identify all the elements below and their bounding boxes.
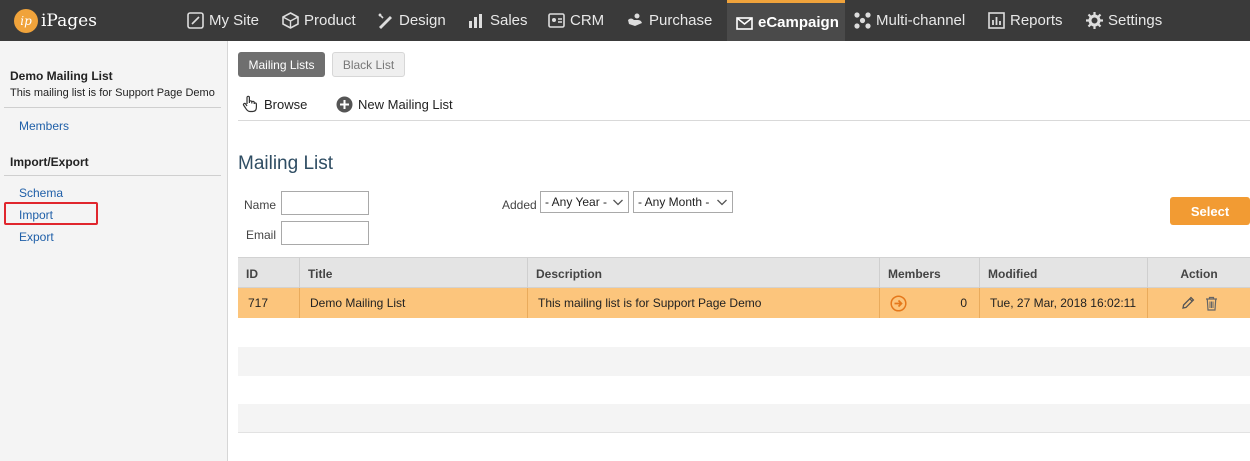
- nav-ecampaign[interactable]: eCampaign: [727, 0, 845, 41]
- nav-crm[interactable]: CRM: [547, 0, 604, 41]
- divider: [4, 175, 221, 176]
- month-select[interactable]: - Any Month -: [633, 191, 733, 213]
- nav-reports[interactable]: Reports: [987, 0, 1063, 41]
- import-highlight-box: [4, 202, 98, 225]
- cell-id: 717: [248, 296, 269, 310]
- select-button[interactable]: Select: [1170, 197, 1250, 225]
- sidebar-link-members[interactable]: Members: [19, 119, 69, 133]
- arrow-right-circle-icon[interactable]: [890, 294, 907, 312]
- year-select-value: - Any Year -: [545, 195, 608, 209]
- sales-icon: [467, 11, 486, 30]
- new-mailing-list-button[interactable]: New Mailing List: [336, 94, 453, 114]
- empty-table-row: [238, 347, 1250, 376]
- page-title: Mailing List: [238, 153, 334, 174]
- sidebar: Demo Mailing List This mailing list is f…: [0, 41, 228, 461]
- table-header: ID Title Description Members Modified Ac…: [238, 257, 1250, 289]
- divider: [4, 107, 221, 108]
- column-header-modified[interactable]: Modified: [979, 258, 1147, 289]
- cell-description: This mailing list is for Support Page De…: [527, 288, 879, 318]
- gear-icon: [1085, 11, 1104, 30]
- logo-text: iPages: [41, 11, 97, 31]
- multi-channel-icon: [853, 11, 872, 30]
- nav-label: My Site: [209, 12, 260, 29]
- tab-mailing-lists[interactable]: Mailing Lists: [238, 52, 325, 77]
- logo-mark: ip: [14, 9, 38, 33]
- browse-label: Browse: [264, 96, 308, 112]
- column-header-title[interactable]: Title: [299, 258, 527, 289]
- product-icon: [281, 11, 300, 30]
- nav-label: CRM: [570, 12, 605, 29]
- added-label: Added: [502, 198, 537, 212]
- cell-action: [1147, 288, 1250, 318]
- nav-my-site[interactable]: My Site: [186, 0, 259, 41]
- ecampaign-icon: [735, 13, 754, 32]
- members-count: 0: [960, 296, 967, 310]
- tab-black-list[interactable]: Black List: [332, 52, 405, 77]
- email-label: Email: [246, 228, 277, 242]
- email-input[interactable]: [281, 221, 369, 245]
- sidebar-list-description: This mailing list is for Support Page De…: [10, 87, 215, 99]
- nav-label: Design: [399, 12, 446, 29]
- nav-label: eCampaign: [758, 13, 839, 31]
- trash-icon[interactable]: [1205, 296, 1218, 311]
- table-row[interactable]: 717 Demo Mailing List This mailing list …: [238, 288, 1250, 318]
- app-logo[interactable]: ip iPages: [14, 8, 97, 34]
- nav-label: Sales: [490, 12, 528, 29]
- pointer-hand-icon: [242, 95, 258, 113]
- empty-table-row: [238, 318, 1250, 347]
- edit-pencil-icon[interactable]: [1181, 296, 1195, 310]
- sidebar-section-import-export: Import/Export: [10, 155, 89, 169]
- purchase-icon: [626, 11, 645, 30]
- nav-purchase[interactable]: Purchase: [626, 0, 712, 41]
- empty-table-row: [238, 376, 1250, 405]
- name-label: Name: [244, 198, 277, 212]
- chevron-down-icon: [716, 196, 728, 208]
- crm-icon: [547, 11, 566, 30]
- month-select-value: - Any Month -: [638, 195, 710, 209]
- cell-modified: Tue, 27 Mar, 2018 16:02:11: [979, 288, 1147, 318]
- divider: [238, 432, 1250, 433]
- nav-label: Multi-channel: [876, 12, 966, 29]
- empty-table-row: [238, 404, 1250, 432]
- chevron-down-icon: [612, 196, 624, 208]
- nav-design[interactable]: Design: [376, 0, 446, 41]
- column-header-action: Action: [1147, 258, 1250, 289]
- column-header-id[interactable]: ID: [238, 258, 299, 289]
- my-site-icon: [186, 11, 205, 30]
- column-header-members[interactable]: Members: [879, 258, 979, 289]
- nav-label: Purchase: [649, 12, 713, 29]
- nav-sales[interactable]: Sales: [467, 0, 528, 41]
- plus-circle-icon: [336, 96, 353, 113]
- nav-settings[interactable]: Settings: [1085, 0, 1162, 41]
- sidebar-list-title: Demo Mailing List: [10, 69, 113, 83]
- year-select[interactable]: - Any Year -: [540, 191, 629, 213]
- nav-label: Reports: [1010, 12, 1063, 29]
- nav-label: Settings: [1108, 12, 1163, 29]
- cell-members: 0: [879, 288, 979, 318]
- cell-title[interactable]: Demo Mailing List: [299, 288, 527, 318]
- name-input[interactable]: [281, 191, 369, 215]
- nav-multi-channel[interactable]: Multi-channel: [853, 0, 965, 41]
- divider: [238, 120, 1250, 121]
- browse-button[interactable]: Browse: [242, 94, 307, 114]
- column-header-description[interactable]: Description: [527, 258, 879, 289]
- sidebar-link-schema[interactable]: Schema: [19, 186, 63, 200]
- new-mailing-list-label: New Mailing List: [358, 96, 453, 112]
- nav-product[interactable]: Product: [281, 0, 356, 41]
- sidebar-link-export[interactable]: Export: [19, 230, 54, 244]
- design-icon: [376, 11, 395, 30]
- nav-label: Product: [304, 12, 356, 29]
- top-navigation-bar: ip iPages My Site Product Design Sales C…: [0, 0, 1250, 41]
- reports-icon: [987, 11, 1006, 30]
